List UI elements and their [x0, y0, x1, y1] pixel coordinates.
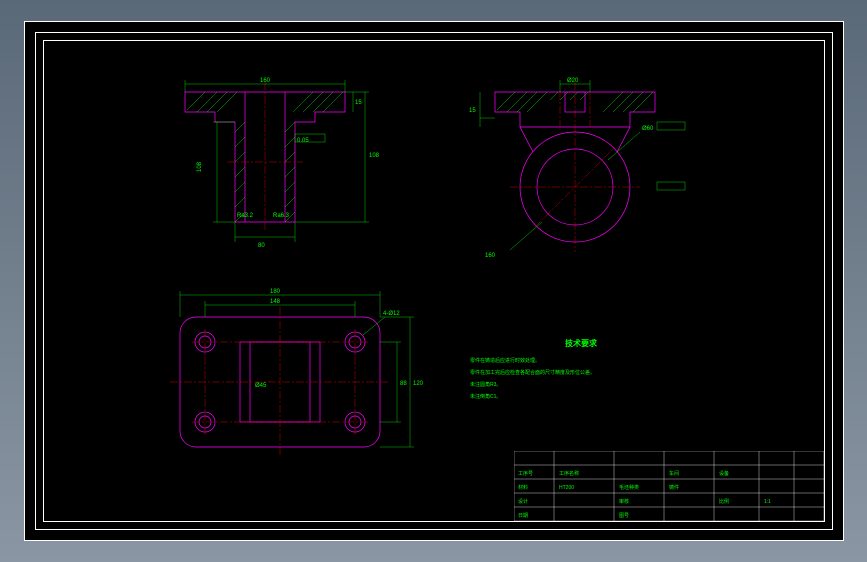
dim-plan-h: 120 — [413, 381, 424, 387]
tb-r3c4: 1:1 — [764, 499, 771, 505]
tb-r2c1: 材料 — [518, 484, 528, 491]
dim-flange: 15 — [355, 100, 362, 106]
dim-top-height: 108 — [369, 153, 380, 159]
dim-body: 80 — [258, 243, 265, 249]
dim-side-small: Ø20 — [567, 78, 579, 84]
tb-r2c2: HT200 — [559, 485, 574, 491]
title-block: 工序号 工序名称 车间 设备 材料 HT200 毛坯种类 铸件 设计 审核 比例… — [514, 451, 824, 521]
front-view: 160 108 15 80 108 0.05 Ra3.2 Ra6.3 — [145, 72, 405, 262]
notes-line3: 未注圆角R3。 — [470, 381, 501, 388]
tb-r1c2: 工序名称 — [559, 470, 579, 477]
dim-side-flange: 160 — [485, 253, 496, 259]
dim-plan-w: 180 — [270, 289, 281, 295]
notes-line4: 未注倒角C1。 — [470, 393, 501, 400]
plan-view: 180 148 88 120 4-Ø12 Ø45 — [145, 287, 425, 477]
drawing-sheet: 160 108 15 80 108 0.05 Ra3.2 Ra6.3 Ø20 Ø… — [24, 21, 844, 541]
tb-r1c3: 车间 — [669, 470, 679, 477]
tb-r4c2: 图号 — [619, 513, 629, 519]
tol-1: 0.05 — [297, 138, 309, 144]
tb-r3c2: 审核 — [619, 498, 629, 505]
dim-plan-hole: 4-Ø12 — [383, 311, 400, 317]
tb-r1c1: 工序号 — [518, 470, 533, 477]
ra-2: Ra6.3 — [273, 213, 290, 219]
notes-title: 技术要求 — [565, 338, 598, 348]
tb-r2c3: 毛坯种类 — [619, 484, 639, 491]
dim-plan-bore: Ø45 — [255, 383, 267, 389]
tb-r3c1: 设计 — [518, 498, 528, 505]
tb-r1c4: 设备 — [719, 470, 729, 477]
notes-line1: 零件在铸造后应进行时效处理。 — [470, 357, 540, 364]
ra-1: Ra3.2 — [237, 213, 254, 219]
dim-top-width: 160 — [260, 78, 271, 84]
tb-r3c3: 比例 — [719, 498, 729, 505]
dim-holes-h: 88 — [400, 381, 407, 387]
tb-r4c1: 日期 — [518, 513, 528, 519]
notes-line2: 零件在加工完后应检查各配合面的尺寸精度及形位公差。 — [470, 369, 595, 376]
dim-bore-h: 108 — [197, 161, 203, 172]
dim-side-h: 15 — [469, 108, 476, 114]
technical-notes: 技术要求 零件在铸造后应进行时效处理。 零件在加工完后应检查各配合面的尺寸精度及… — [465, 332, 745, 422]
dim-holes-w: 148 — [270, 299, 281, 305]
tb-r2c4: 铸件 — [669, 484, 679, 491]
side-view: Ø20 Ø60 160 15 — [465, 72, 695, 272]
dim-side-hole: Ø60 — [642, 126, 654, 132]
